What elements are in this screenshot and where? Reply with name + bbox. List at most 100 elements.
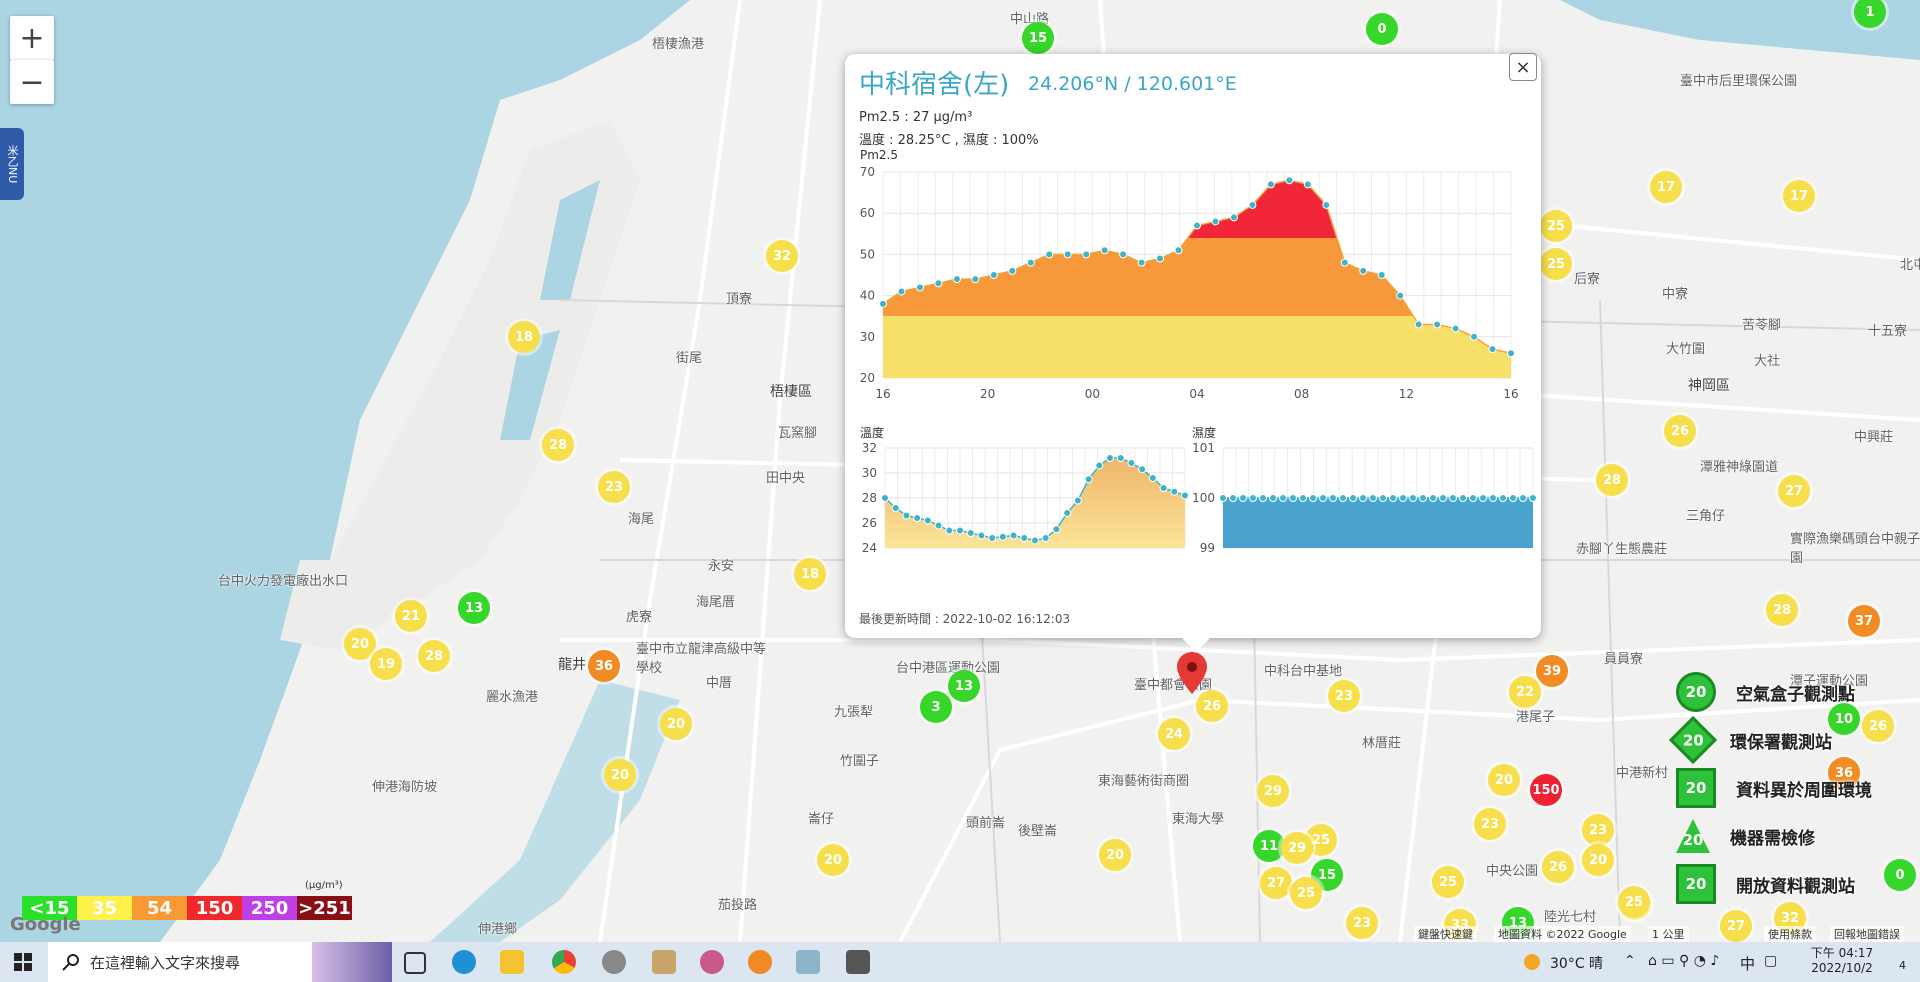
legend-open-data: 20 開放資料觀測站 xyxy=(1676,864,1855,904)
aq-level: 150 xyxy=(187,896,242,920)
sensor-marker[interactable]: 24 xyxy=(1158,718,1190,750)
zoom-in-button[interactable]: + xyxy=(10,16,54,60)
sensor-marker[interactable]: 25 xyxy=(1540,248,1572,280)
sensor-marker[interactable]: 0 xyxy=(1366,13,1398,45)
sensor-marker[interactable]: 0 xyxy=(1884,859,1916,891)
task-view-icon[interactable] xyxy=(404,952,426,974)
sensor-marker[interactable]: 22 xyxy=(1509,676,1541,708)
sensor-marker[interactable]: 26 xyxy=(1664,415,1696,447)
sensor-marker[interactable]: 26 xyxy=(1862,710,1894,742)
sensor-marker[interactable]: 25 xyxy=(1290,877,1322,909)
y-tick-label: 40 xyxy=(860,289,875,303)
weather-text[interactable]: 30°C 晴 xyxy=(1550,953,1603,973)
report-error-link[interactable]: 回報地圖錯誤 xyxy=(1830,926,1904,942)
sensor-marker[interactable]: 28 xyxy=(542,429,574,461)
sensor-marker[interactable]: 21 xyxy=(395,600,427,632)
y-tick-label: 99 xyxy=(1200,541,1215,555)
map[interactable]: 梧棲漁港 中山路 臺中市后里環保公園 頂寮 街尾 梧棲區 瓦窯腳 田中央 海尾 … xyxy=(0,0,1920,942)
sensor-marker[interactable]: 28 xyxy=(1596,464,1628,496)
station-coordinates: 24.206°N / 120.601°E xyxy=(1028,73,1237,95)
google-logo: Google xyxy=(10,914,81,935)
sensor-marker[interactable]: 20 xyxy=(660,708,692,740)
sensor-marker[interactable]: 25 xyxy=(1432,866,1464,898)
tray-icons[interactable]: ⌂ ▭ ⚲ ◔ ♪ xyxy=(1648,953,1719,969)
sensor-marker[interactable]: 13 xyxy=(948,670,980,702)
blender-icon[interactable] xyxy=(748,950,772,974)
data-point xyxy=(1127,459,1136,467)
data-point xyxy=(1451,324,1460,333)
sensor-marker[interactable]: 27 xyxy=(1778,475,1810,507)
sensor-marker[interactable]: 39 xyxy=(1536,655,1568,687)
sensor-marker[interactable]: 23 xyxy=(1582,814,1614,846)
place-label: 臺中市立龍津高級中等學校 xyxy=(636,642,767,676)
y-tick-label: 50 xyxy=(860,247,875,261)
sensor-marker[interactable]: 32 xyxy=(766,240,798,272)
sensor-marker[interactable]: 25 xyxy=(1618,886,1650,918)
sensor-marker[interactable]: 25 xyxy=(1540,210,1572,242)
data-point xyxy=(1279,494,1287,502)
sensor-marker[interactable]: 20 xyxy=(817,844,849,876)
sensor-marker[interactable]: 26 xyxy=(1196,690,1228,722)
sensor-marker[interactable]: 27 xyxy=(1260,867,1292,899)
sensor-marker[interactable]: 23 xyxy=(1346,907,1378,939)
zoom-out-button[interactable]: − xyxy=(10,60,54,104)
sensor-marker[interactable]: 17 xyxy=(1783,180,1815,212)
sensor-marker[interactable]: 15 xyxy=(1022,22,1054,54)
y-tick-label: 101 xyxy=(1192,441,1215,455)
windows-start-icon[interactable] xyxy=(14,953,32,971)
ime-mode-icon[interactable]: ▢ xyxy=(1764,953,1777,969)
app-icon[interactable] xyxy=(602,950,626,974)
sensor-marker[interactable]: 23 xyxy=(598,471,630,503)
sensor-marker[interactable]: 150 xyxy=(1530,774,1562,806)
app-icon[interactable] xyxy=(796,950,820,974)
map-scale: 1 公里 xyxy=(1648,926,1689,942)
side-panel-tab[interactable]: 米乙NU xyxy=(0,128,24,200)
sensor-marker[interactable]: 28 xyxy=(1766,594,1798,626)
file-explorer-icon[interactable] xyxy=(500,950,524,974)
keyboard-shortcuts-link[interactable]: 鍵盤快速鍵 xyxy=(1414,926,1477,942)
sensor-marker[interactable]: 26 xyxy=(1542,851,1574,883)
sensor-marker[interactable]: 3 xyxy=(920,691,952,723)
sensor-marker[interactable]: 36 xyxy=(588,650,620,682)
data-point xyxy=(1063,250,1072,259)
taskbar-search-box[interactable]: 在這裡輸入文字來搜尋 xyxy=(48,942,392,982)
sensor-marker[interactable]: 20 xyxy=(1488,764,1520,796)
chrome-icon[interactable] xyxy=(552,950,576,974)
ime-indicator[interactable]: 中 xyxy=(1740,953,1755,974)
data-point xyxy=(1211,217,1220,226)
data-point xyxy=(1229,213,1238,222)
sensor-marker[interactable]: 18 xyxy=(508,321,540,353)
app-icon[interactable] xyxy=(652,950,676,974)
sensor-marker[interactable]: 27 xyxy=(1720,910,1752,942)
sensor-marker[interactable]: 20 xyxy=(604,759,636,791)
data-point xyxy=(988,534,997,542)
sensor-marker[interactable]: 13 xyxy=(458,592,490,624)
data-point xyxy=(945,526,954,535)
sensor-marker[interactable]: 20 xyxy=(1099,839,1131,871)
sensor-marker[interactable]: 18 xyxy=(794,558,826,590)
tray-chevron-icon[interactable]: ⌃ xyxy=(1624,953,1636,969)
sensor-marker[interactable]: 29 xyxy=(1257,775,1289,807)
app-icon[interactable] xyxy=(846,950,870,974)
data-point xyxy=(1379,494,1387,502)
location-pin-icon[interactable] xyxy=(1177,652,1207,694)
sensor-marker[interactable]: 23 xyxy=(1328,680,1360,712)
sensor-marker[interactable]: 29 xyxy=(1281,832,1313,864)
edge-icon[interactable] xyxy=(452,950,476,974)
map-data-attribution: 地圖資料 ©2022 Google xyxy=(1494,926,1631,942)
weather-sun-icon[interactable] xyxy=(1524,954,1540,970)
sensor-marker[interactable]: 37 xyxy=(1848,605,1880,637)
sensor-marker[interactable]: 17 xyxy=(1650,171,1682,203)
terms-link[interactable]: 使用條款 xyxy=(1764,926,1816,942)
notification-icon[interactable]: 4 xyxy=(1884,950,1906,972)
app-icon[interactable] xyxy=(700,950,724,974)
data-point xyxy=(1399,494,1407,502)
place-label: 頭前崙 xyxy=(966,816,1006,831)
close-button[interactable]: × xyxy=(1509,53,1537,81)
sensor-marker[interactable]: 23 xyxy=(1474,808,1506,840)
sensor-marker[interactable]: 19 xyxy=(370,648,402,680)
sensor-marker[interactable]: 28 xyxy=(418,640,450,672)
data-point xyxy=(1239,494,1247,502)
clock[interactable]: 下午 04:17 2022/10/2 xyxy=(1802,944,1882,975)
sensor-marker[interactable]: 20 xyxy=(1582,844,1614,876)
